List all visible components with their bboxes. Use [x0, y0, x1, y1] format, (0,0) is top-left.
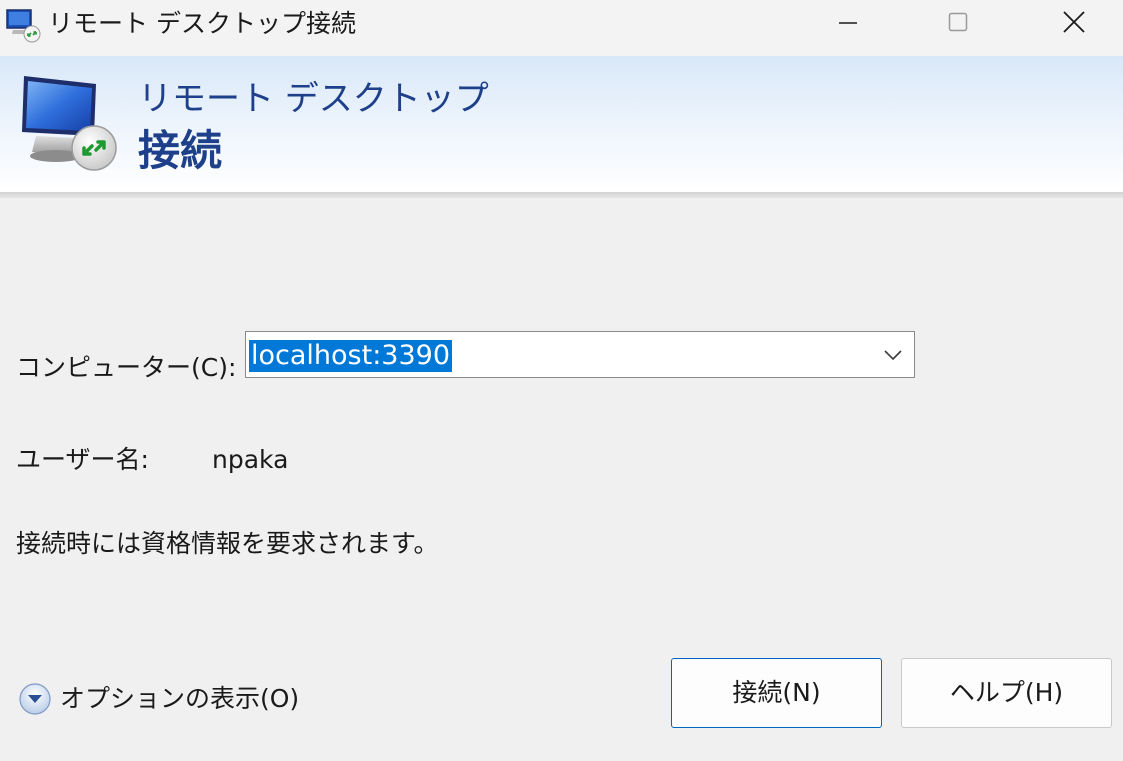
computer-combobox[interactable]: localhost:3390	[245, 331, 915, 378]
banner-title-line2: 接続	[138, 126, 223, 175]
connect-button[interactable]: 接続(N)	[671, 658, 882, 728]
computer-input[interactable]: localhost:3390	[249, 340, 453, 372]
username-value: npaka	[212, 445, 289, 474]
remote-desktop-window: リモート デスクトップ接続 リモート デスクトップ 接続 コンピューター(C):…	[0, 0, 1123, 761]
title-bar: リモート デスクトップ接続	[0, 0, 1123, 56]
username-label: ユーザー名:	[16, 445, 149, 474]
minimize-button[interactable]	[818, 0, 878, 44]
banner-divider	[0, 192, 1123, 198]
expand-down-icon	[19, 683, 51, 715]
remote-desktop-icon	[6, 9, 41, 43]
help-button[interactable]: ヘルプ(H)	[901, 658, 1112, 728]
close-icon	[1063, 11, 1085, 33]
close-button[interactable]	[1044, 0, 1104, 44]
banner-title-line1: リモート デスクトップ	[138, 79, 489, 119]
show-options-toggle[interactable]: オプションの表示(O)	[18, 682, 299, 716]
maximize-button[interactable]	[928, 0, 988, 44]
chevron-down-icon[interactable]	[882, 346, 904, 364]
remote-desktop-monitor-icon	[22, 76, 117, 171]
maximize-icon	[948, 12, 968, 32]
minimize-icon	[839, 22, 857, 24]
window-title: リモート デスクトップ接続	[48, 9, 356, 38]
computer-label: コンピューター(C):	[16, 353, 237, 382]
credentials-note: 接続時には資格情報を要求されます。	[16, 529, 439, 558]
show-options-label[interactable]: オプションの表示(O)	[60, 683, 299, 715]
